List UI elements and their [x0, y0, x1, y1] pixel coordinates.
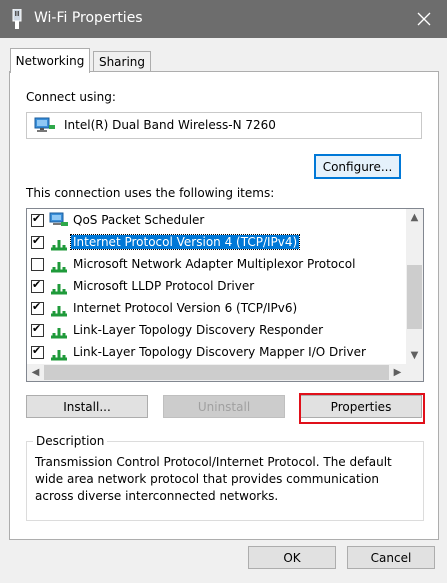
- description-group: Description Transmission Control Protoco…: [26, 434, 424, 521]
- list-item-label: Microsoft Network Adapter Multiplexor Pr…: [73, 257, 356, 271]
- network-service-icon: [49, 212, 68, 226]
- vertical-scroll-thumb[interactable]: [407, 265, 422, 329]
- list-item-label: Link-Layer Topology Discovery Responder: [73, 323, 324, 337]
- item-checkbox[interactable]: ✔: [31, 322, 44, 337]
- horizontal-scroll-thumb[interactable]: [44, 365, 389, 380]
- scroll-down-icon[interactable]: ▼: [406, 347, 423, 364]
- item-checkbox[interactable]: ✔: [31, 278, 44, 293]
- list-item-label: QoS Packet Scheduler: [73, 213, 205, 227]
- install-button[interactable]: Install...: [26, 395, 148, 418]
- list-item-qos[interactable]: ✔ QoS Packet Scheduler: [27, 210, 407, 232]
- list-item-label: Link-Layer Topology Discovery Mapper I/O…: [73, 345, 366, 359]
- description-title: Description: [33, 434, 108, 448]
- item-checkbox[interactable]: ✔: [31, 234, 44, 249]
- scroll-right-icon[interactable]: ▶: [389, 364, 406, 381]
- window-title: Wi-Fi Properties: [34, 10, 143, 26]
- adapter-name: Intel(R) Dual Band Wireless-N 7260: [64, 118, 276, 132]
- install-button-label: Install...: [63, 399, 111, 414]
- scroll-left-icon[interactable]: ◀: [27, 364, 44, 381]
- list-item-multiplexor[interactable]: Microsoft Network Adapter Multiplexor Pr…: [27, 254, 407, 276]
- title-bar[interactable]: Wi-Fi Properties: [0, 0, 447, 38]
- list-item-tcp-ipv4[interactable]: ✔ Internet Protocol Version 4 (TCP/IPv4): [27, 232, 407, 254]
- list-item-lldp[interactable]: ✔ Microsoft LLDP Protocol Driver: [27, 276, 407, 298]
- protocol-icon: [51, 284, 67, 295]
- uninstall-button-label: Uninstall: [197, 399, 251, 414]
- items-list[interactable]: ✔ QoS Packet Scheduler ✔ Internet Protoc…: [26, 208, 424, 382]
- adapter-field: Intel(R) Dual Band Wireless-N 7260: [26, 112, 422, 139]
- item-checkbox[interactable]: ✔: [31, 212, 44, 227]
- list-item-tcp-ipv6[interactable]: ✔ Internet Protocol Version 6 (TCP/IPv6): [27, 298, 407, 320]
- protocol-icon: [51, 328, 67, 339]
- ok-button[interactable]: OK: [248, 546, 336, 569]
- properties-highlight-box: [299, 393, 425, 424]
- cancel-button[interactable]: Cancel: [347, 546, 435, 569]
- item-checkbox[interactable]: ✔: [31, 344, 44, 359]
- uninstall-button[interactable]: Uninstall: [163, 395, 285, 418]
- list-item-lltd-mapper[interactable]: ✔ Link-Layer Topology Discovery Mapper I…: [27, 342, 407, 364]
- item-checkbox[interactable]: ✔: [31, 300, 44, 315]
- cancel-button-label: Cancel: [370, 550, 412, 565]
- tab-sharing[interactable]: Sharing: [93, 51, 151, 72]
- close-button[interactable]: [401, 0, 447, 38]
- configure-button[interactable]: Configure...: [314, 154, 401, 179]
- protocol-icon: [51, 306, 67, 317]
- scroll-up-icon[interactable]: ▲: [406, 209, 423, 226]
- tab-networking[interactable]: Networking: [10, 48, 90, 73]
- close-icon: [417, 12, 431, 26]
- connect-using-label: Connect using:: [26, 90, 116, 104]
- networking-panel: Connect using: Intel(R) Dual Band Wirele…: [9, 71, 439, 540]
- horizontal-scrollbar[interactable]: ◀ ▶: [27, 364, 406, 381]
- tab-sharing-label: Sharing: [98, 55, 146, 69]
- list-item-lltd-responder[interactable]: ✔ Link-Layer Topology Discovery Responde…: [27, 320, 407, 342]
- scroll-corner: [406, 364, 423, 381]
- vertical-scrollbar[interactable]: ▲ ▼: [406, 209, 423, 364]
- network-adapter-icon: [34, 117, 55, 132]
- protocol-icon: [51, 350, 67, 361]
- list-item-label: Microsoft LLDP Protocol Driver: [73, 279, 255, 293]
- network-adapter-icon: [12, 9, 22, 29]
- item-checkbox[interactable]: [31, 258, 44, 271]
- items-label: This connection uses the following items…: [26, 186, 275, 200]
- tab-networking-label: Networking: [15, 54, 85, 68]
- list-item-label: Internet Protocol Version 6 (TCP/IPv6): [73, 301, 298, 315]
- protocol-icon: [51, 262, 67, 273]
- configure-button-label: Configure...: [322, 159, 393, 174]
- description-text: Transmission Control Protocol/Internet P…: [35, 455, 392, 503]
- protocol-icon: [51, 240, 67, 251]
- ok-button-label: OK: [283, 550, 301, 565]
- list-item-label: Internet Protocol Version 4 (TCP/IPv4): [69, 234, 301, 250]
